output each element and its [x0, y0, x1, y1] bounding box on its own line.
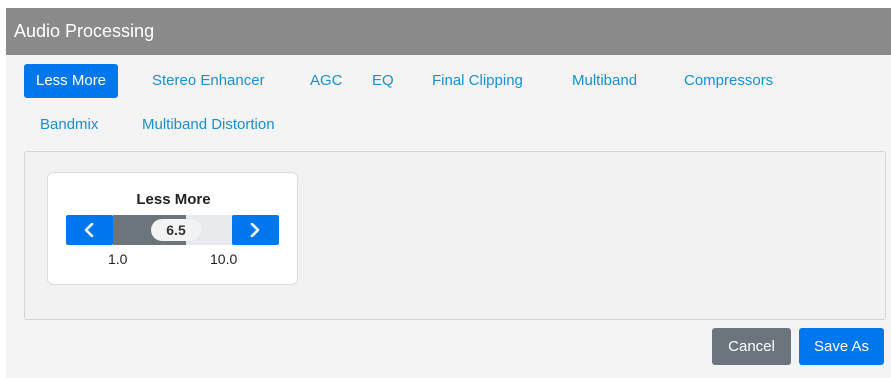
increase-button[interactable] — [232, 215, 279, 245]
range-min-label: 1.0 — [108, 251, 128, 267]
less-more-control-card: Less More 6.5 1.0 10.0 — [47, 172, 298, 285]
tab-bar: Less More Stereo Enhancer AGC EQ Final C… — [24, 64, 884, 144]
dialog-title: Audio Processing — [6, 8, 891, 55]
tab-agc[interactable]: AGC — [298, 64, 355, 98]
less-more-slider: 6.5 — [66, 215, 279, 245]
tab-compressors[interactable]: Compressors — [672, 64, 785, 98]
tab-eq[interactable]: EQ — [360, 64, 406, 98]
tab-less-more[interactable]: Less More — [24, 64, 119, 98]
tab-bandmix[interactable]: Bandmix — [28, 108, 110, 142]
save-as-button[interactable]: Save As — [799, 328, 884, 365]
tab-multiband-distortion[interactable]: Multiband Distortion — [130, 108, 287, 142]
cancel-button[interactable]: Cancel — [712, 328, 791, 365]
audio-processing-dialog: Audio Processing Less More Stereo Enhanc… — [6, 8, 891, 378]
tab-content-panel: Less More 6.5 1.0 10.0 — [24, 151, 886, 320]
chevron-right-icon — [250, 223, 260, 237]
tab-multiband[interactable]: Multiband — [560, 64, 649, 98]
range-max-label: 10.0 — [210, 251, 238, 267]
slider-track[interactable]: 6.5 — [113, 215, 232, 245]
decrease-button[interactable] — [66, 215, 113, 245]
control-title: Less More — [136, 191, 211, 208]
slider-thumb[interactable]: 6.5 — [151, 219, 201, 241]
tab-final-clipping[interactable]: Final Clipping — [420, 64, 535, 98]
tab-stereo-enhancer[interactable]: Stereo Enhancer — [140, 64, 277, 98]
chevron-left-icon — [84, 223, 94, 237]
